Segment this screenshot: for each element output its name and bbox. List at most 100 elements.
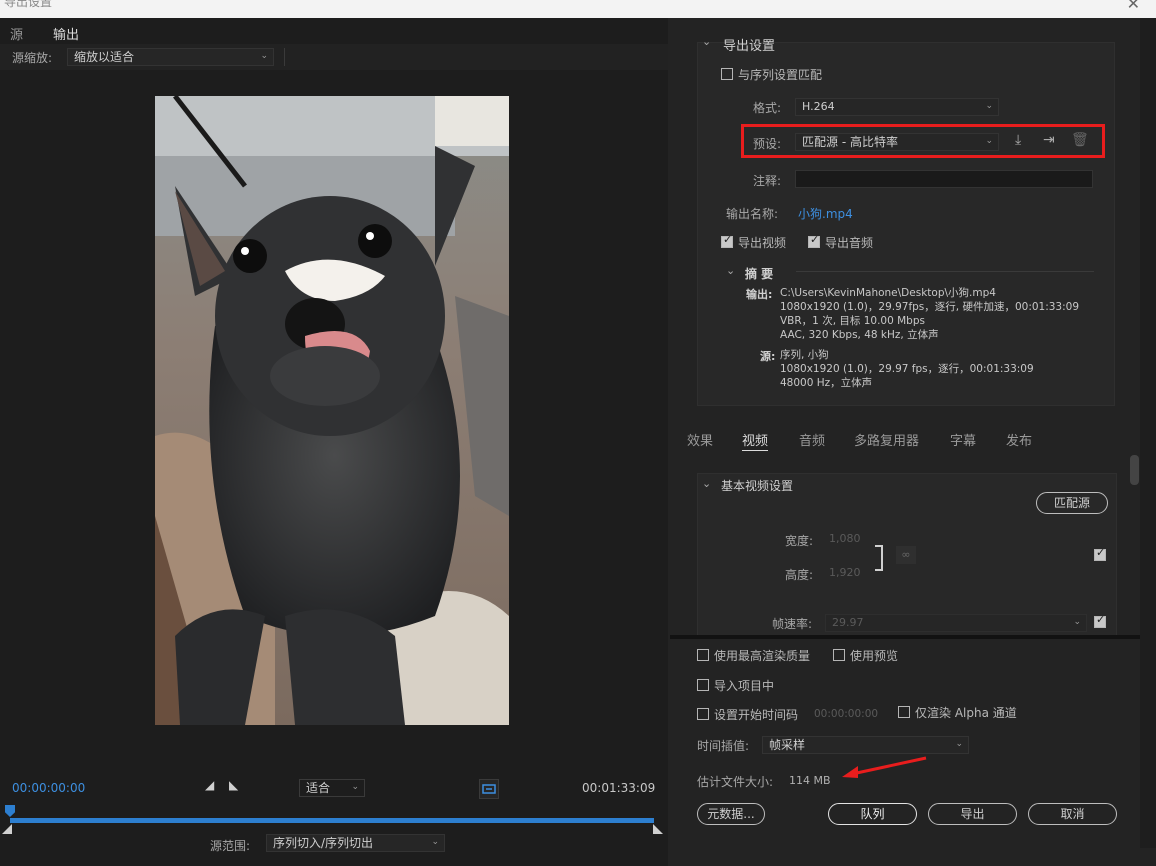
import-preset-icon[interactable]: ⇥: [1043, 132, 1055, 148]
output-name-link[interactable]: 小狗.mp4: [798, 205, 853, 222]
height-value[interactable]: 1,920: [829, 566, 861, 579]
chevron-down-icon: ⌄: [985, 136, 993, 146]
fps-dropdown[interactable]: 29.97 ⌄: [825, 614, 1087, 632]
save-preset-icon[interactable]: ⤓: [1015, 132, 1021, 148]
chevron-down-icon: ⌄: [351, 782, 359, 792]
estimated-size-label: 估计文件大小:: [697, 775, 774, 789]
preview-tabs: 源 输出: [0, 18, 668, 45]
summary-chevron-icon[interactable]: ⌄: [726, 264, 735, 277]
alpha-only-checkbox[interactable]: [898, 706, 910, 718]
out-point-marker[interactable]: [653, 824, 663, 834]
video-preview-frame: [155, 96, 509, 725]
preset-dropdown[interactable]: 匹配源 - 高比特率 ⌄: [795, 133, 999, 151]
timeline-scrubber-bar[interactable]: [10, 818, 654, 823]
summary-output-block: C:\Users\KevinMahone\Desktop\小狗.mp4 1080…: [780, 286, 1079, 342]
start-timecode-value[interactable]: 00:00:00:00: [814, 708, 878, 720]
set-start-timecode-label: 设置开始时间码: [714, 708, 799, 722]
max-render-quality-checkbox[interactable]: [697, 649, 709, 661]
format-dropdown[interactable]: H.264 ⌄: [795, 98, 999, 116]
use-preview-label: 使用预览: [850, 649, 899, 663]
tab-output[interactable]: 输出: [53, 24, 80, 45]
export-settings-title: 导出设置: [723, 39, 776, 54]
summary-line: VBR，1 次, 目标 10.00 Mbps: [780, 315, 925, 327]
preset-label: 预设:: [753, 137, 782, 151]
export-audio-checkbox[interactable]: [808, 233, 820, 248]
summary-line: 序列, 小狗: [780, 349, 829, 361]
tab-multiplexer[interactable]: 多路复用器: [854, 430, 919, 449]
estimated-size-value: 114 MB: [789, 774, 831, 787]
height-label: 高度:: [785, 568, 814, 582]
time-interpolation-label: 时间插值:: [697, 739, 750, 753]
source-scale-value: 缩放以适合: [74, 50, 135, 64]
import-project-checkbox[interactable]: [697, 679, 709, 691]
settings-tabbar: 效果 视频 音频 多路复用器 字幕 发布: [670, 423, 1140, 451]
tab-effects[interactable]: 效果: [687, 430, 713, 449]
duration-timecode: 00:01:33:09: [582, 781, 656, 795]
close-icon[interactable]: ✕: [1127, 0, 1140, 13]
chevron-down-icon: ⌄: [260, 51, 268, 61]
metadata-button[interactable]: 元数据...: [697, 803, 765, 825]
width-label: 宽度:: [785, 534, 814, 548]
use-preview-checkbox[interactable]: [833, 649, 845, 661]
divider: [284, 48, 285, 66]
collapse-chevron-icon[interactable]: ⌄: [702, 477, 711, 490]
section-divider: [670, 635, 1140, 639]
queue-button[interactable]: 队列: [828, 803, 917, 825]
preset-value: 匹配源 - 高比特率: [802, 135, 898, 149]
cancel-button[interactable]: 取消: [1028, 803, 1117, 825]
mark-out-icon[interactable]: ◣: [229, 778, 238, 792]
fit-value: 适合: [306, 781, 331, 795]
source-scale-dropdown[interactable]: 缩放以适合 ⌄: [67, 48, 274, 66]
match-source-button[interactable]: 匹配源: [1036, 492, 1108, 514]
tab-publish[interactable]: 发布: [1006, 430, 1032, 449]
delete-preset-icon[interactable]: 🗑: [1071, 132, 1089, 148]
scrollbar-thumb[interactable]: [1130, 455, 1139, 485]
summary-source-block: 序列, 小狗 1080x1920 (1.0)，29.97 fps，逐行，00:0…: [780, 348, 1034, 390]
source-scale-label: 源缩放:: [12, 51, 53, 65]
export-video-checkbox[interactable]: [721, 233, 733, 248]
set-start-timecode-checkbox[interactable]: [697, 708, 709, 720]
format-value: H.264: [802, 100, 835, 113]
max-render-quality-label: 使用最高渲染质量: [714, 649, 811, 663]
match-sequence-checkbox[interactable]: [721, 68, 733, 80]
export-button[interactable]: 导出: [928, 803, 1017, 825]
export-video-label: 导出视频: [738, 236, 787, 250]
chain-link-icon[interactable]: ∞: [896, 546, 916, 564]
tab-video[interactable]: 视频: [742, 430, 769, 451]
collapse-chevron-icon[interactable]: ⌄: [702, 35, 711, 48]
width-height-checkbox[interactable]: [1094, 546, 1106, 561]
playhead-handle[interactable]: [5, 805, 15, 817]
source-range-label: 源范围:: [210, 839, 251, 853]
summary-output-label: 输出:: [746, 288, 773, 301]
summary-source-label: 源:: [760, 350, 776, 363]
tab-captions[interactable]: 字幕: [950, 430, 976, 449]
tab-audio[interactable]: 音频: [799, 430, 825, 449]
width-value[interactable]: 1,080: [829, 532, 861, 545]
summary-line: AAC, 320 Kbps, 48 kHz, 立体声: [780, 329, 939, 341]
aspect-toggle-button[interactable]: [479, 779, 499, 799]
source-range-dropdown[interactable]: 序列切入/序列切出 ⌄: [266, 834, 445, 852]
export-audio-label: 导出音频: [825, 236, 874, 250]
import-project-label: 导入项目中: [714, 679, 775, 693]
mark-in-icon[interactable]: ◢: [205, 778, 214, 792]
summary-line: 1080x1920 (1.0)，29.97 fps，逐行，00:01:33:09: [780, 363, 1034, 375]
annotation-arrow: [842, 756, 927, 778]
fit-dropdown[interactable]: 适合 ⌄: [299, 779, 365, 797]
tab-source[interactable]: 源: [10, 24, 23, 43]
time-interpolation-dropdown[interactable]: 帧采样 ⌄: [762, 736, 969, 754]
comment-input[interactable]: [795, 170, 1093, 188]
comment-label: 注释:: [753, 174, 782, 188]
fps-label: 帧速率:: [772, 617, 813, 631]
output-name-label: 输出名称:: [726, 207, 779, 221]
fps-checkbox[interactable]: [1094, 613, 1106, 628]
safe-margin-icon: [482, 784, 496, 794]
basic-video-title: 基本视频设置: [721, 479, 794, 493]
in-point-marker[interactable]: [2, 824, 12, 834]
chevron-down-icon: ⌄: [1073, 617, 1081, 627]
match-sequence-label: 与序列设置匹配: [738, 68, 823, 82]
divider: [796, 271, 1094, 272]
chevron-down-icon: ⌄: [985, 101, 993, 111]
title-bar: 导出设置 ✕: [0, 0, 1156, 18]
current-timecode[interactable]: 00:00:00:00: [12, 781, 85, 795]
fps-value: 29.97: [832, 616, 864, 629]
